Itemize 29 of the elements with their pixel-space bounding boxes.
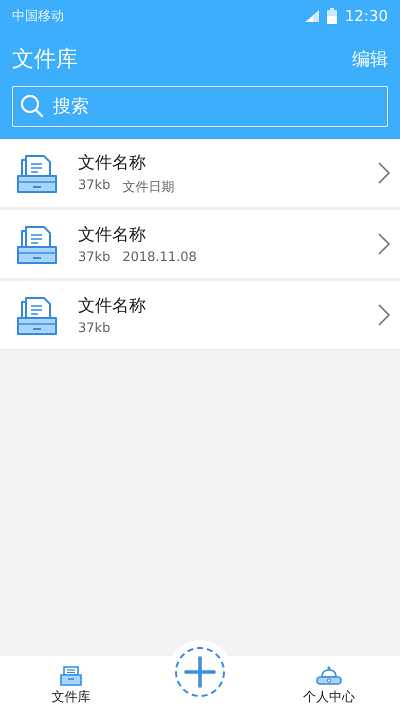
file-name: 文件名称 <box>78 224 147 246</box>
file-size: 37kb <box>78 250 110 265</box>
bell-cap-icon <box>316 666 342 686</box>
nav-tab[interactable]: 个人中心 <box>284 666 374 710</box>
search-icon <box>20 94 44 118</box>
file-size: 37kb <box>78 321 110 336</box>
add-button[interactable] <box>174 646 226 698</box>
file-date: 文件日期 <box>122 178 174 196</box>
document-tray-icon <box>16 294 58 336</box>
page-title: 文件库 <box>12 46 78 74</box>
file-row[interactable]: 文件名称 37kb 2018.11.08 <box>0 210 400 278</box>
file-row[interactable]: 文件名称 37kb 文件日期 <box>0 139 400 207</box>
tray-icon <box>60 666 82 686</box>
document-tray-icon <box>16 152 58 194</box>
file-date: 2018.11.08 <box>122 250 197 265</box>
chevron-right-icon <box>378 304 390 326</box>
nav-tab[interactable]: 文件库 <box>26 666 116 710</box>
file-name: 文件名称 <box>78 152 147 174</box>
chevron-right-icon <box>378 162 390 184</box>
file-name: 文件名称 <box>78 295 147 317</box>
search-field[interactable]: 搜索 <box>12 86 388 127</box>
document-tray-icon <box>16 223 58 265</box>
signal-icon <box>304 10 319 22</box>
file-size: 37kb <box>78 178 110 194</box>
chevron-right-icon <box>378 233 390 255</box>
clock-time: 12:30 <box>344 7 388 25</box>
battery-icon <box>326 8 337 24</box>
carrier-name: 中国移动 <box>12 8 64 25</box>
file-row[interactable]: 文件名称 37kb <box>0 281 400 349</box>
